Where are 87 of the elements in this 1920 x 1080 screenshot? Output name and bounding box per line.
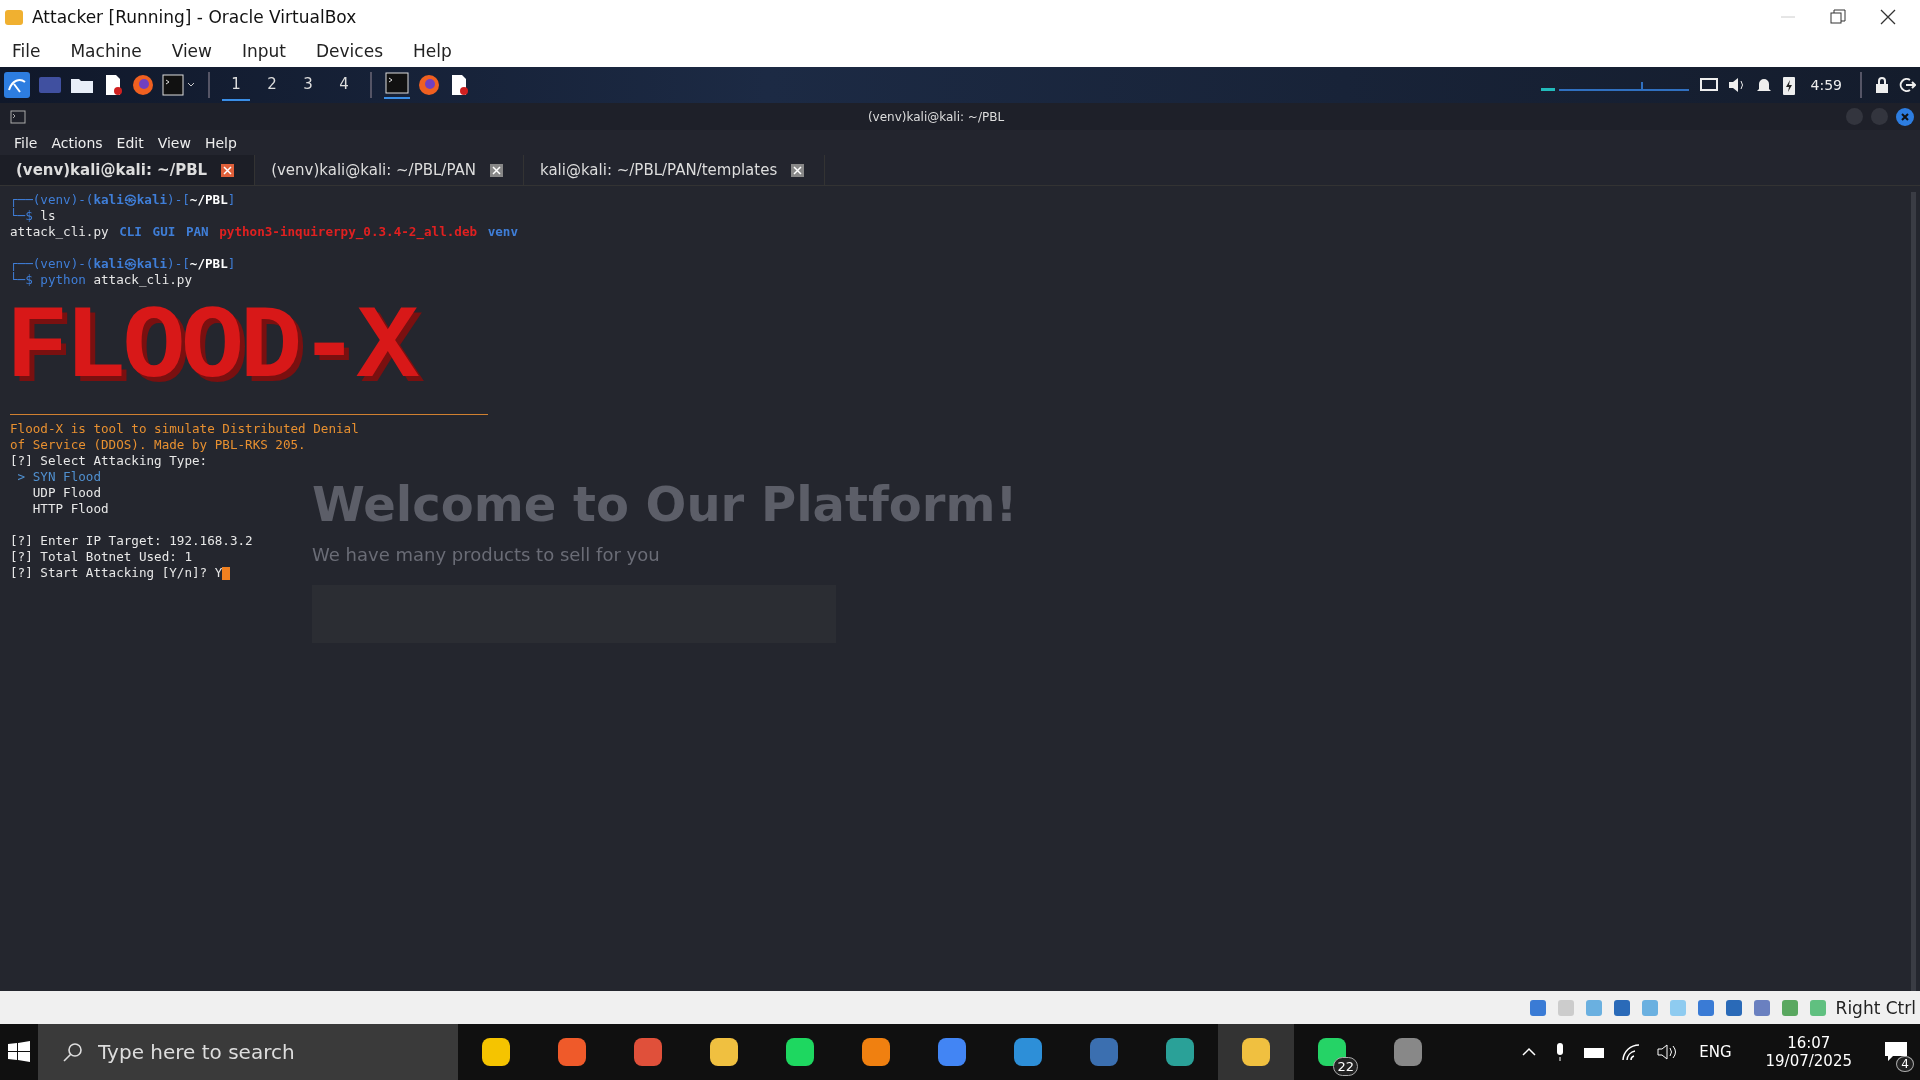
terminal-text: └─$	[10, 208, 33, 223]
taskbar-time[interactable]: 16:07	[1787, 1034, 1831, 1052]
terminal-text: ┌──(venv)-(	[10, 192, 94, 207]
status-icon[interactable]	[1779, 997, 1800, 1018]
terminal-text: CLI	[119, 224, 142, 239]
menu-item[interactable]: File	[14, 134, 38, 151]
menu-item[interactable]: Devices	[316, 40, 383, 61]
terminal-text: ~/PBL	[189, 192, 228, 207]
banner-title: FLOOD-X	[6, 298, 415, 398]
display-icon[interactable]	[1698, 76, 1719, 94]
terminal-text: ls	[40, 208, 56, 223]
terminal-text: PAN	[185, 224, 209, 239]
workspace-tab[interactable]: 1	[222, 69, 250, 101]
menu-item[interactable]: Help	[413, 40, 452, 61]
battery-icon	[1780, 74, 1797, 96]
terminal-icon[interactable]	[384, 71, 410, 99]
status-icon[interactable]	[1751, 997, 1772, 1018]
terminal-text: attack_cli.py	[10, 224, 109, 239]
terminal-text: Flood-X is tool to simulate Distributed Denial	[10, 421, 359, 436]
menu-item[interactable]: Help	[204, 134, 237, 151]
terminal-text: python3-inquirerpy_0.3.4-2_all.deb	[219, 224, 478, 239]
terminal-title: (venv)kali@kali: ~/PBL	[866, 109, 1006, 124]
terminal-text: kali㉿kali	[93, 256, 168, 271]
text-cursor	[222, 567, 231, 580]
terminal-icon[interactable]	[162, 74, 196, 96]
status-icon[interactable]	[1695, 997, 1716, 1018]
terminal-tab[interactable]: (venv)kali@kali: ~/PBL/PAN	[255, 155, 524, 185]
page-heading: Welcome to Our Platform!	[312, 476, 1018, 532]
terminal-text: UDP Flood	[31, 485, 101, 500]
search-bar[interactable]: Type here to search	[38, 1024, 458, 1080]
windows-logo-icon[interactable]	[7, 1040, 31, 1064]
terminal-text: └─$	[10, 272, 33, 287]
terminal-text: of Service (DDOS). Made by PBL-RKS 205.	[10, 437, 306, 452]
workspace-tab[interactable]: 4	[330, 69, 358, 101]
search-icon	[62, 1041, 84, 1063]
desktop-icon[interactable]	[38, 75, 62, 95]
logout-icon[interactable]	[1898, 76, 1916, 94]
close-icon[interactable]	[791, 163, 805, 177]
close-icon[interactable]	[490, 163, 503, 177]
menu-item[interactable]: Edit	[116, 134, 144, 151]
close-icon[interactable]	[221, 163, 235, 177]
terminal-text: python	[40, 272, 86, 287]
terminal-text: HTTP Flood	[31, 501, 109, 516]
terminal-text: GUI	[152, 224, 176, 239]
browser-icon[interactable]	[418, 74, 440, 96]
terminal-text: [?] Total Botnet Used: 1	[10, 549, 192, 564]
terminal-text: [?] Start Attacking [Y/n]? Y	[10, 565, 223, 580]
terminal-text: [?] Select Attacking Type:	[10, 453, 208, 468]
lock-icon[interactable]	[1874, 76, 1890, 94]
workspace-tab[interactable]: 2	[258, 69, 286, 101]
notification-badge: 22	[1333, 1057, 1358, 1076]
menu-item[interactable]: File	[12, 40, 41, 61]
close-icon[interactable]	[1880, 9, 1896, 25]
search-input[interactable]: Type here to search	[96, 1039, 440, 1065]
restore-icon[interactable]	[1830, 9, 1846, 25]
notification-count: 4	[1896, 1056, 1914, 1072]
workspace-tab[interactable]: 3	[294, 69, 322, 101]
menu-item[interactable]: Actions	[51, 134, 103, 151]
menu-item[interactable]: View	[171, 40, 212, 61]
host-key-label: Right Ctrl	[1835, 997, 1916, 1018]
terminal-text: ]	[227, 256, 236, 271]
terminal-text: )-[	[167, 192, 190, 207]
page-subheading: We have many products to sell for you	[312, 544, 661, 565]
window-title: Attacker [Running] - Oracle VirtualBox	[32, 7, 357, 27]
terminal-tab[interactable]: (venv)kali@kali: ~/PBL	[0, 155, 256, 185]
terminal-text: )-[	[167, 256, 190, 271]
menu-item[interactable]: View	[157, 134, 191, 151]
terminal-text: ]	[227, 192, 236, 207]
menu-item[interactable]: Machine	[70, 40, 142, 61]
terminal-text: ~/PBL	[189, 256, 228, 271]
status-icon[interactable]	[1611, 997, 1632, 1018]
browser-icon[interactable]	[132, 74, 154, 96]
status-icon[interactable]	[1527, 997, 1548, 1018]
terminal-text: ┌──(venv)-(	[10, 256, 94, 271]
terminal-text: [?] Enter IP Target: 192.168.3.2	[10, 533, 253, 548]
terminal-text: venv	[487, 224, 518, 239]
menu-item[interactable]: Input	[241, 40, 286, 61]
volume-icon[interactable]	[1656, 1042, 1679, 1062]
terminal-text: kali㉿kali	[93, 192, 168, 207]
terminal-text: attack_cli.py	[92, 272, 192, 287]
terminal-text: > SYN Flood	[16, 469, 101, 484]
language-indicator[interactable]: ENG	[1699, 1043, 1732, 1061]
terminal-tab[interactable]: kali@kali: ~/PBL/PAN/templates	[524, 155, 826, 185]
terminal-icon	[10, 109, 26, 124]
panel-clock: 4:59	[1810, 77, 1842, 93]
status-icon[interactable]	[1723, 997, 1744, 1018]
taskbar-date[interactable]: 19/07/2025	[1765, 1052, 1852, 1070]
